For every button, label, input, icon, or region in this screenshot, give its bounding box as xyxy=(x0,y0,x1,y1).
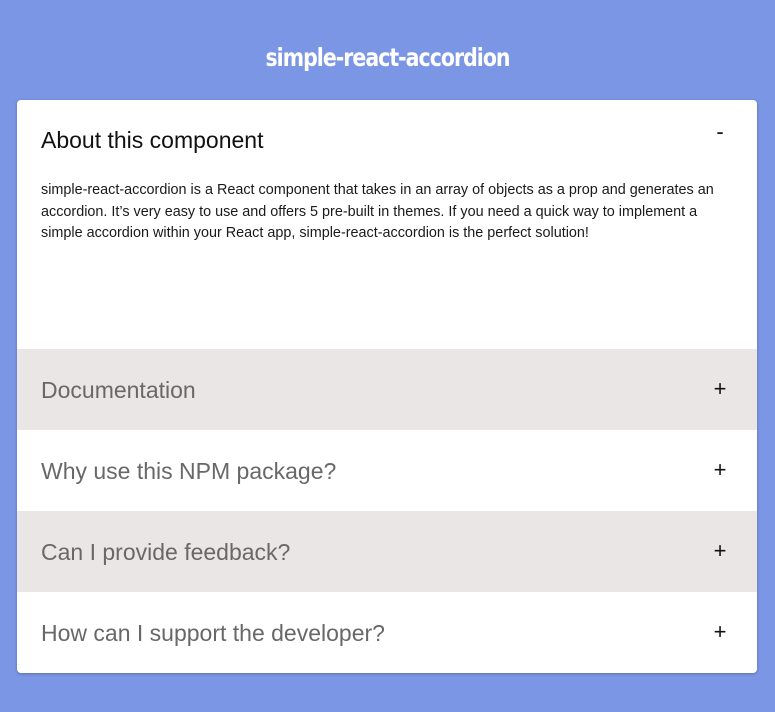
accordion-item-why-use[interactable]: Why use this NPM package? + xyxy=(17,430,757,511)
collapse-toggle-icon[interactable]: - xyxy=(712,117,728,147)
accordion-item-content: simple-react-accordion is a React compon… xyxy=(41,182,714,241)
accordion-item-documentation[interactable]: Documentation + xyxy=(17,349,757,430)
accordion-item-title: Documentation xyxy=(41,377,196,403)
page-title: simple-react-accordion xyxy=(265,43,510,72)
expand-toggle-icon[interactable]: + xyxy=(712,617,728,647)
accordion-item-title: How can I support the developer? xyxy=(41,620,385,646)
expand-toggle-icon[interactable]: + xyxy=(712,374,728,404)
accordion-item-feedback[interactable]: Can I provide feedback? + xyxy=(17,511,757,592)
accordion-item-title: Why use this NPM package? xyxy=(41,458,337,484)
accordion-item-title: About this component xyxy=(41,127,264,153)
accordion-item-about[interactable]: About this component - simple-react-acco… xyxy=(17,100,757,349)
accordion-item-title: Can I provide feedback? xyxy=(41,539,291,565)
expand-toggle-icon[interactable]: + xyxy=(712,455,728,485)
accordion-item-support[interactable]: How can I support the developer? + xyxy=(17,592,757,673)
expand-toggle-icon[interactable]: + xyxy=(712,536,728,566)
accordion: About this component - simple-react-acco… xyxy=(17,100,757,673)
